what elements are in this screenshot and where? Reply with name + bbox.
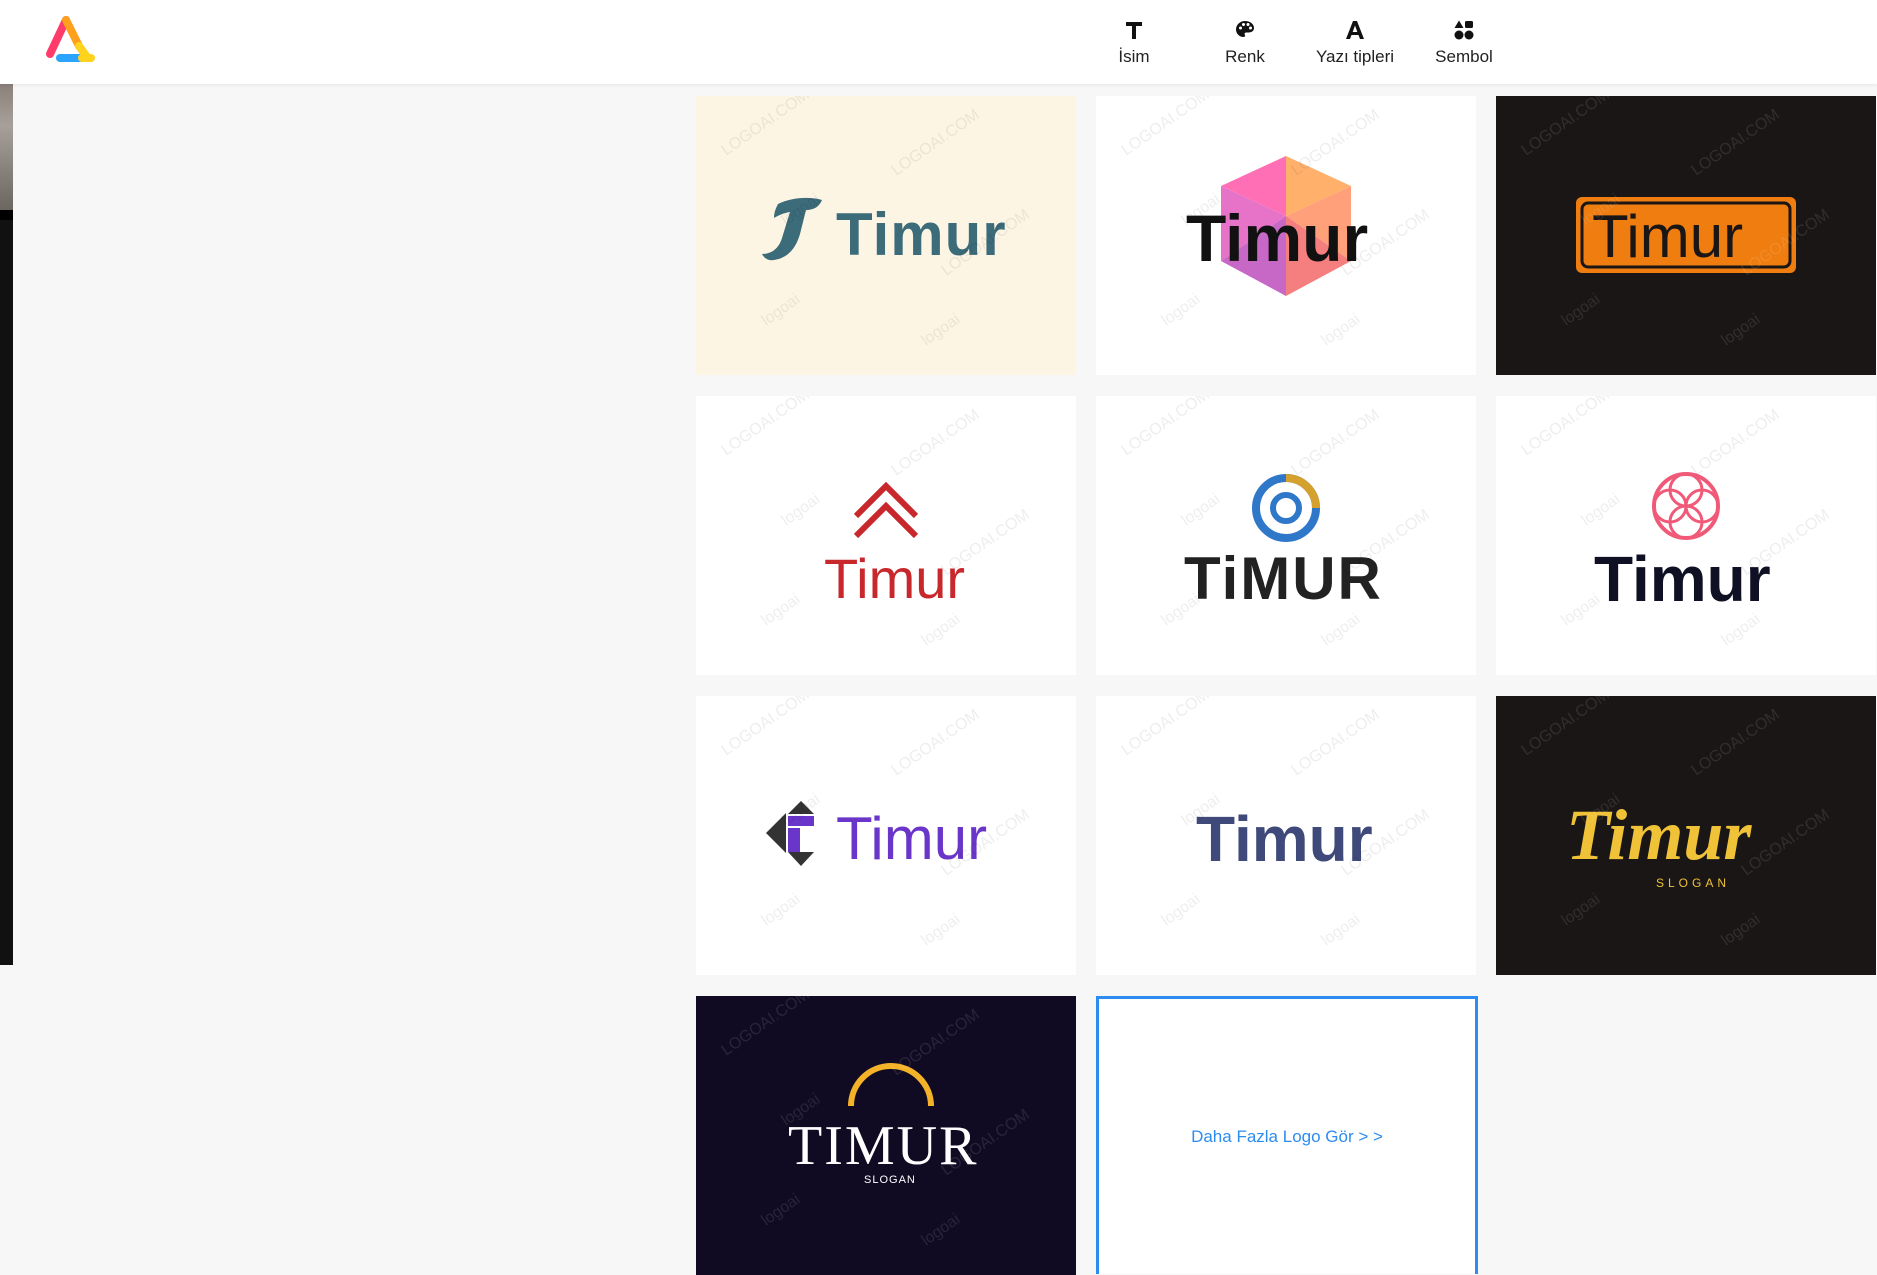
logoai-logo-icon[interactable] (42, 14, 98, 66)
palette-icon (1234, 17, 1256, 43)
svg-text:logoai: logoai (919, 911, 964, 949)
svg-text:LOGOAI.COM: LOGOAI.COM (719, 396, 813, 459)
logo-card[interactable]: Timur LOGOAI.COM LOGOAI.COM logoai LOGOAI.C… (1496, 96, 1876, 375)
nav-symbol[interactable]: Sembol (1409, 0, 1519, 84)
svg-text:logoai: logoai (1179, 491, 1224, 529)
svg-text:logoai: logoai (1719, 611, 1764, 649)
nav-label: Sembol (1435, 47, 1493, 66)
svg-text:LOGOAI.COM: LOGOAI.COM (1519, 96, 1613, 159)
svg-text:LOGOAI.COM: LOGOAI.COM (719, 996, 813, 1059)
svg-text:LOGOAI.COM: LOGOAI.COM (1339, 506, 1433, 579)
svg-text:LOGOAI.COM: LOGOAI.COM (1289, 406, 1383, 479)
svg-text:logoai: logoai (1719, 911, 1764, 949)
svg-text:LOGOAI.COM: LOGOAI.COM (1119, 696, 1213, 759)
svg-text:LOGOAI.COM: LOGOAI.COM (939, 1106, 1033, 1179)
svg-text:LOGOAI.COM: LOGOAI.COM (1339, 206, 1433, 279)
svg-text:LOGOAI.COM: LOGOAI.COM (939, 806, 1033, 879)
svg-text:logoai: logoai (919, 311, 964, 349)
svg-text:logoai: logoai (1159, 291, 1204, 329)
svg-text:logoai: logoai (1579, 491, 1624, 529)
svg-text:LOGOAI.COM: LOGOAI.COM (1689, 706, 1783, 779)
svg-text:logoai: logoai (1159, 891, 1204, 929)
logo-card[interactable]: Timur LOGOAI.COM LOGOAI.COM logoai LOGOAI.C… (696, 696, 1076, 975)
svg-text:LOGOAI.COM: LOGOAI.COM (889, 106, 983, 179)
svg-text:LOGOAI.COM: LOGOAI.COM (939, 506, 1033, 579)
watermark-overlay: LOGOAI.COM LOGOAI.COM logoai LOGOAI.COM logo… (719, 996, 1033, 1249)
svg-text:LOGOAI.COM: LOGOAI.COM (1119, 396, 1213, 459)
svg-text:logoai: logoai (779, 1091, 824, 1129)
svg-text:logoai: logoai (1559, 591, 1604, 629)
svg-text:LOGOAI.COM: LOGOAI.COM (1739, 206, 1833, 279)
svg-text:logoai: logoai (1319, 611, 1364, 649)
logo-card[interactable]: Timur LOGOAI.COM LOGOAI.COM logoai LOGOAI.C… (696, 96, 1076, 375)
svg-text:logoai: logoai (759, 891, 804, 929)
svg-text:logoai: logoai (779, 191, 824, 229)
svg-text:logoai: logoai (1179, 191, 1224, 229)
svg-text:LOGOAI.COM: LOGOAI.COM (719, 96, 813, 159)
top-bar: İsim Renk Yazı tipleri Sembol (0, 0, 1877, 84)
watermark-overlay: LOGOAI.COM LOGOAI.COM logoai LOGOAI.COM logo… (719, 96, 1033, 349)
watermark-overlay: LOGOAI.COM LOGOAI.COM logoai LOGOAI.COM logo… (1119, 96, 1433, 349)
watermark-overlay: LOGOAI.COM LOGOAI.COM logoai LOGOAI.COM logo… (1119, 396, 1433, 649)
nav-label: Renk (1225, 47, 1265, 66)
svg-text:LOGOAI.COM: LOGOAI.COM (1339, 806, 1433, 879)
svg-text:logoai: logoai (1319, 311, 1364, 349)
text-T-icon (1123, 17, 1145, 43)
logo-card[interactable]: TiMUR LOGOAI.COM LOGOAI.COM logoai LOGOAI.C… (1096, 396, 1476, 675)
svg-text:LOGOAI.COM: LOGOAI.COM (1289, 106, 1383, 179)
watermark-overlay: LOGOAI.COM LOGOAI.COM logoai LOGOAI.COM logo… (1519, 96, 1833, 349)
logo-card[interactable]: Timur LOGOAI.COM LOGOAI.COM logoai LOGOAI.C… (1096, 96, 1476, 375)
svg-text:LOGOAI.COM: LOGOAI.COM (1689, 106, 1783, 179)
svg-text:logoai: logoai (1559, 891, 1604, 929)
svg-text:logoai: logoai (759, 1191, 804, 1229)
svg-text:logoai: logoai (1319, 911, 1364, 949)
watermark-overlay: LOGOAI.COM LOGOAI.COM logoai LOGOAI.COM logo… (719, 396, 1033, 649)
svg-text:logoai: logoai (1579, 191, 1624, 229)
more-logos-link[interactable]: Daha Fazla Logo Gör > > (1191, 1127, 1383, 1147)
svg-text:logoai: logoai (919, 611, 964, 649)
logo-card[interactable]: TIMUR SLOGAN LOGOAI.COM LOGOAI.COM logoai L… (696, 996, 1076, 1275)
shapes-icon (1453, 17, 1475, 43)
svg-text:LOGOAI.COM: LOGOAI.COM (719, 696, 813, 759)
watermark-overlay: LOGOAI.COM LOGOAI.COM logoai LOGOAI.COM logo… (1519, 396, 1833, 649)
svg-text:logoai: logoai (1559, 291, 1604, 329)
watermark-overlay: LOGOAI.COM LOGOAI.COM logoai LOGOAI.COM logo… (1119, 696, 1433, 949)
svg-text:logoai: logoai (759, 291, 804, 329)
svg-text:LOGOAI.COM: LOGOAI.COM (889, 1006, 983, 1079)
nav-name[interactable]: İsim (1079, 0, 1189, 84)
svg-text:LOGOAI.COM: LOGOAI.COM (1689, 406, 1783, 479)
svg-text:LOGOAI.COM: LOGOAI.COM (889, 406, 983, 479)
svg-text:logoai: logoai (919, 1211, 964, 1249)
nav-color[interactable]: Renk (1190, 0, 1300, 84)
svg-text:logoai: logoai (759, 591, 804, 629)
svg-text:logoai: logoai (779, 791, 824, 829)
logo-card[interactable]: Timur LOGOAI.COM LOGOAI.COM logoai LOGOAI.C… (696, 396, 1076, 675)
svg-text:logoai: logoai (1159, 591, 1204, 629)
background-strip (0, 0, 13, 965)
nav-fonts[interactable]: Yazı tipleri (1300, 0, 1410, 84)
nav-label: Yazı tipleri (1315, 47, 1395, 66)
svg-text:LOGOAI.COM: LOGOAI.COM (889, 706, 983, 779)
svg-text:LOGOAI.COM: LOGOAI.COM (1119, 96, 1213, 159)
svg-text:LOGOAI.COM: LOGOAI.COM (1519, 396, 1613, 459)
svg-text:logoai: logoai (779, 491, 824, 529)
logo-card[interactable]: Timur LOGOAI.COM LOGOAI.COM logoai LOGOAI.C… (1096, 696, 1476, 975)
svg-text:LOGOAI.COM: LOGOAI.COM (1289, 706, 1383, 779)
svg-text:LOGOAI.COM: LOGOAI.COM (939, 206, 1033, 279)
logo-card[interactable]: Timur SLOGAN LOGOAI.COM LOGOAI.COM logoai L… (1496, 696, 1876, 975)
more-logos-button[interactable]: Daha Fazla Logo Gör > > (1096, 996, 1478, 1274)
logo-card[interactable]: Timur LOGOAI.COM LOGOAI.COM logoai LOGOAI.C… (1496, 396, 1876, 675)
svg-text:LOGOAI.COM: LOGOAI.COM (1739, 806, 1833, 879)
svg-text:LOGOAI.COM: LOGOAI.COM (1739, 506, 1833, 579)
font-A-icon (1344, 17, 1366, 43)
svg-text:logoai: logoai (1179, 791, 1224, 829)
watermark-overlay: LOGOAI.COM LOGOAI.COM logoai LOGOAI.COM logo… (1519, 696, 1833, 949)
watermark-overlay: LOGOAI.COM LOGOAI.COM logoai LOGOAI.COM logo… (719, 696, 1033, 949)
svg-text:logoai: logoai (1719, 311, 1764, 349)
svg-text:logoai: logoai (1579, 791, 1624, 829)
nav-label: İsim (1118, 47, 1150, 66)
svg-text:LOGOAI.COM: LOGOAI.COM (1519, 696, 1613, 759)
